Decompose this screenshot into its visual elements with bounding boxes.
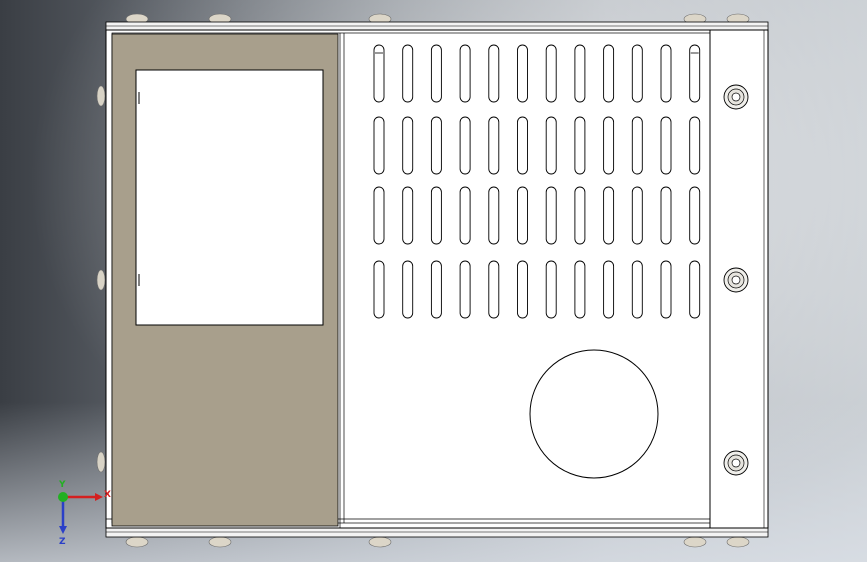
vent-slot bbox=[689, 116, 701, 175]
vent-slot bbox=[603, 44, 615, 103]
vent-slot bbox=[574, 116, 586, 175]
fan-cutout bbox=[529, 349, 659, 479]
vent-slot bbox=[631, 186, 643, 245]
vent-slot bbox=[488, 260, 500, 319]
bottom-fastener bbox=[208, 536, 232, 548]
vent-slot bbox=[517, 44, 528, 103]
vent-slot bbox=[603, 186, 615, 245]
x-axis-arrowhead bbox=[95, 493, 103, 501]
bottom-fasteners bbox=[125, 536, 750, 548]
vent-slot bbox=[545, 186, 557, 245]
vent-slot bbox=[430, 116, 442, 175]
vent-slot bbox=[517, 186, 528, 245]
vent-slot bbox=[373, 186, 385, 245]
vent-slot bbox=[603, 116, 615, 175]
z-axis-label: Z bbox=[59, 537, 66, 547]
bottom-fastener bbox=[368, 536, 392, 548]
vent-slot bbox=[545, 116, 557, 175]
bottom-fastener bbox=[683, 536, 707, 548]
x-axis-label: X bbox=[104, 490, 111, 500]
y-axis-label: Y bbox=[58, 480, 66, 490]
vent-slot bbox=[660, 44, 672, 103]
screw-hole bbox=[731, 275, 741, 285]
vent-slot bbox=[574, 186, 586, 245]
vent-slot bbox=[545, 44, 557, 103]
vent-slot bbox=[574, 44, 586, 103]
vent-slot bbox=[373, 116, 385, 175]
vent-slot bbox=[373, 260, 385, 319]
vent-slot bbox=[402, 260, 414, 319]
vent-slot bbox=[660, 116, 672, 175]
bottom-fastener bbox=[726, 536, 750, 548]
vent-slot bbox=[459, 260, 471, 319]
vent-slot bbox=[402, 116, 414, 175]
vent-slot bbox=[430, 44, 442, 103]
vent-slot bbox=[488, 186, 500, 245]
vent-slot bbox=[430, 186, 442, 245]
vent-slot bbox=[689, 44, 701, 103]
vent-slot bbox=[402, 44, 414, 103]
vent-slot bbox=[430, 260, 442, 319]
vent-slot bbox=[660, 260, 672, 319]
vent-slot bbox=[631, 260, 643, 319]
bottom-fastener bbox=[125, 536, 149, 548]
vent-slot bbox=[488, 44, 500, 103]
y-axis-point bbox=[58, 492, 68, 502]
z-axis-arrowhead bbox=[59, 526, 67, 534]
vent-slot bbox=[631, 116, 643, 175]
vent-slot bbox=[603, 260, 615, 319]
vent-slot bbox=[517, 116, 528, 175]
vent-slot bbox=[545, 260, 557, 319]
left-fasteners bbox=[96, 85, 106, 473]
vent-slot bbox=[459, 116, 471, 175]
vent-slot bbox=[373, 44, 385, 103]
vent-slot bbox=[459, 186, 471, 245]
cad-viewport[interactable]: X Y Z bbox=[0, 0, 867, 562]
vent-slot bbox=[459, 44, 471, 103]
vent-slot bbox=[689, 186, 701, 245]
vent-slot bbox=[517, 260, 528, 319]
vent-slot bbox=[574, 260, 586, 319]
screw-hole bbox=[731, 92, 741, 102]
vent-slot bbox=[660, 186, 672, 245]
display-window bbox=[135, 69, 324, 326]
screw-hole bbox=[731, 458, 741, 468]
vent-slot bbox=[488, 116, 500, 175]
vent-slot bbox=[689, 260, 701, 319]
vent-slot bbox=[631, 44, 643, 103]
coordinate-triad[interactable]: X Y Z bbox=[58, 480, 111, 547]
enclosure-drawing[interactable]: X Y Z bbox=[0, 0, 867, 562]
vent-slot bbox=[402, 186, 414, 245]
